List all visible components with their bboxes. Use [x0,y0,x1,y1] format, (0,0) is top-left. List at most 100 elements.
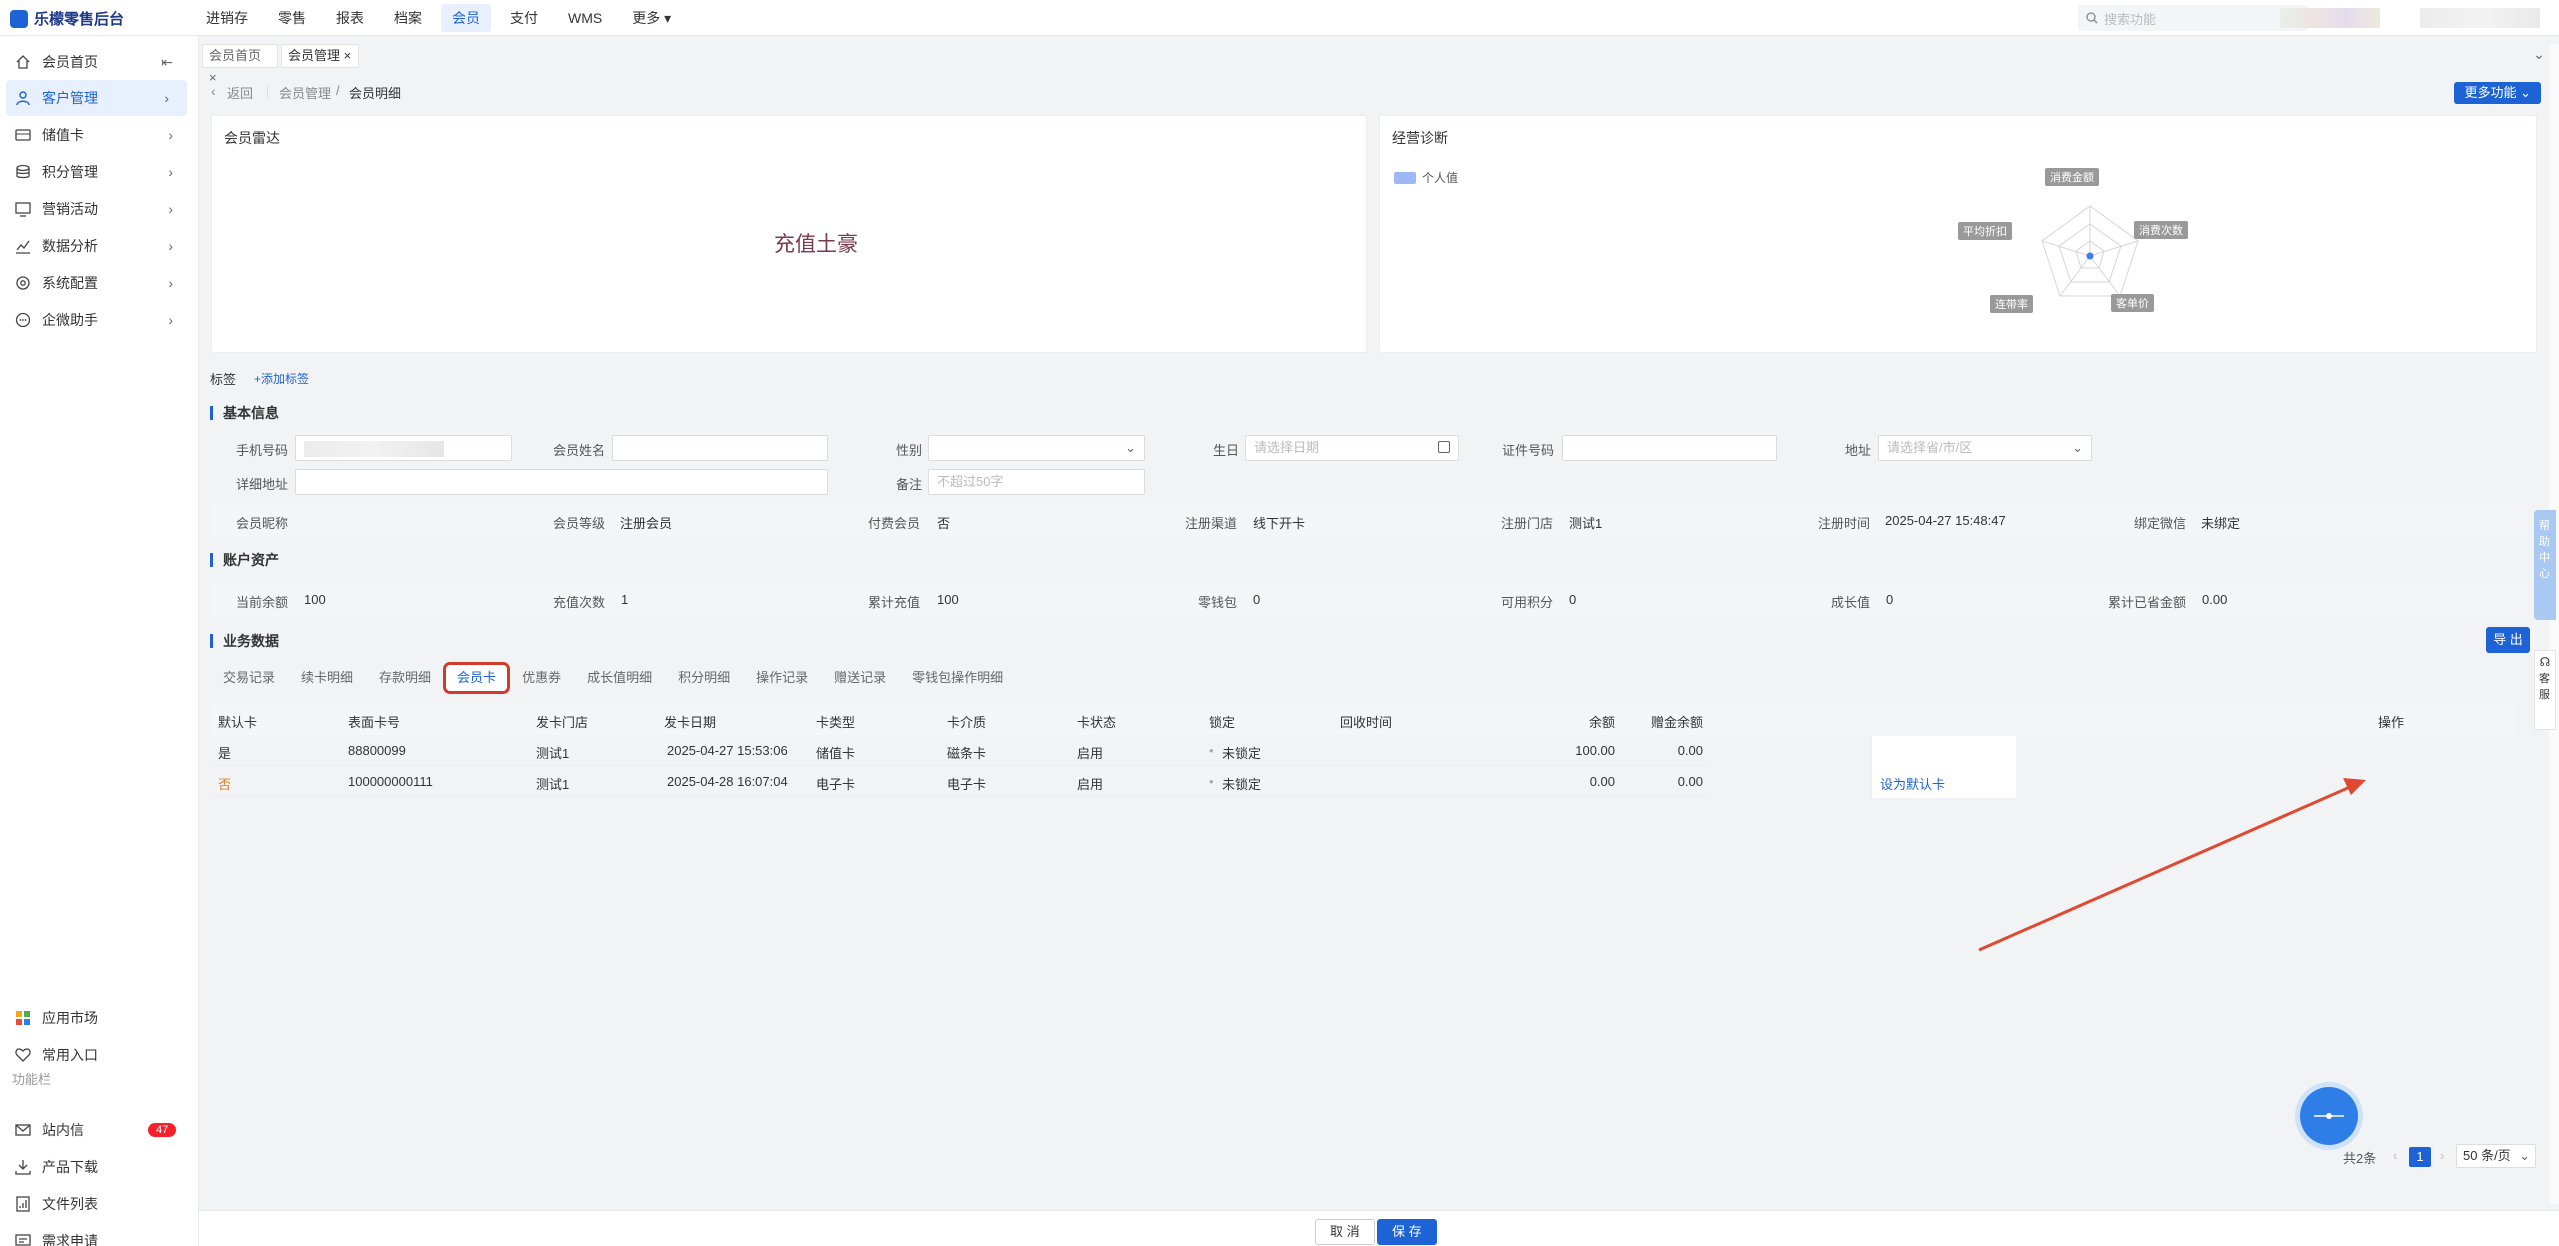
search-icon [2086,12,2098,24]
sidebar-item-label: 应用市场 [42,1010,98,1026]
request-icon [14,1232,32,1246]
id-number-input[interactable] [1562,435,1777,461]
tab-member-card[interactable]: 会员卡 [443,662,511,694]
column-header: 表面卡号 [348,715,401,730]
chevron-right-icon: › [168,164,173,180]
name-label: 会员姓名 [553,443,606,458]
collapse-sidebar-icon[interactable]: ⇤ [161,54,173,71]
legend-swatch [1394,171,1416,184]
tab-transactions[interactable]: 交易记录 [211,664,288,692]
more-functions-button[interactable]: 更多功能 ⌄ [2454,82,2541,104]
file-icon [14,1195,32,1213]
sidebar-item-points[interactable]: 积分管理 › [0,154,199,190]
cell-balance: 100.00 [1575,743,1615,758]
sidebar-item-label: 营销活动 [42,201,98,217]
tab-gifts[interactable]: 赠送记录 [822,664,899,692]
set-default-card-link[interactable]: 设为默认卡 [1880,774,1945,793]
monitor-icon [14,200,32,218]
breadcrumb-separator: / [336,83,340,98]
phone-input[interactable] [295,435,512,461]
sidebar-item-analysis[interactable]: 数据分析 › [0,228,199,264]
tab-member-manage[interactable]: 会员管理 × [281,44,359,68]
close-icon[interactable]: × [344,48,352,63]
tab-points[interactable]: 积分明细 [666,664,743,692]
nav-archive[interactable]: 档案 [383,0,433,36]
sidebar-item-label: 积分管理 [42,164,98,180]
detail-address-input[interactable] [295,469,828,495]
chevron-down-icon: ⌄ [1125,440,1136,455]
sidebar-item-request[interactable]: 需求申请 [0,1223,199,1246]
tab-growth[interactable]: 成长值明细 [575,664,665,692]
remark-placeholder: 不超过50字 [937,474,1004,489]
nav-payment[interactable]: 支付 [499,0,549,36]
back-icon[interactable]: ‹ [211,83,216,99]
asset-value: 0 [1886,592,1894,607]
tab-renewal[interactable]: 续卡明细 [289,664,366,692]
app-logo[interactable]: 乐檬零售后台 [10,8,124,29]
nav-report[interactable]: 报表 [325,0,375,36]
name-input[interactable] [612,435,828,461]
sidebar-item-messages[interactable]: 站内信 47 [0,1112,199,1148]
sidebar-item-member-home[interactable]: 会员首页 ⇤ [0,44,199,80]
right-scrollbar[interactable] [2549,44,2559,1204]
nav-more[interactable]: 更多 ▾ [621,0,682,36]
customer-service-rail[interactable]: ☊ 客服 [2534,650,2556,730]
sidebar-item-customer[interactable]: 客户管理 › [6,80,187,116]
more-functions-label: 更多功能 [2464,85,2517,100]
address-select[interactable]: 请选择省/市/区 ⌄ [1878,435,2092,461]
tabs-dropdown-icon[interactable]: ⌄ [2533,46,2545,63]
sidebar-item-marketing[interactable]: 营销活动 › [0,191,199,227]
page-size-select[interactable]: 50 条/页 ⌄ [2456,1144,2536,1168]
assets-row: 当前余额 100 充值次数 1 累计充值 100 零钱包 0 可用积分 0 成长… [211,584,2527,616]
tab-operations[interactable]: 操作记录 [744,664,821,692]
chevron-right-icon: › [168,127,173,143]
sidebar-item-label: 站内信 [42,1122,84,1138]
page-size-value: 50 条/页 [2463,1148,2511,1163]
sidebar-item-stored-card[interactable]: 储值卡 › [0,117,199,153]
cell-gift-balance: 0.00 [1677,743,1703,758]
pager-prev-icon[interactable]: ‹ [2393,1148,2397,1163]
tab-member-home[interactable]: 会员首页 × [202,44,278,85]
column-header: 锁定 [1209,715,1236,730]
search-box[interactable]: 搜索功能 [2078,5,2308,31]
pager-current[interactable]: 1 [2409,1147,2431,1167]
sidebar-item-label: 储值卡 [42,127,84,143]
export-button[interactable]: 导 出 [2486,627,2530,653]
sidebar-item-favorites[interactable]: 常用入口 [0,1037,199,1073]
cancel-button[interactable]: 取 消 [1315,1219,1375,1245]
save-button[interactable]: 保 存 [1377,1219,1437,1245]
info-value: 测试1 [1569,516,1603,531]
info-label: 会员等级 [553,516,606,531]
floating-assistant-button[interactable] [2300,1087,2358,1145]
column-header: 赠金余额 [1650,715,1703,730]
asset-value: 0 [1253,592,1261,607]
breadcrumb-level2: 会员明细 [349,86,402,101]
breadcrumb-level1[interactable]: 会员管理 [279,83,331,102]
nav-member[interactable]: 会员 [441,4,491,32]
chevron-down-icon: ⌄ [2516,85,2531,100]
sidebar-item-wecom[interactable]: 企微助手 › [0,302,199,338]
gender-select[interactable]: ⌄ [928,435,1145,461]
sidebar-item-files[interactable]: 文件列表 [0,1186,199,1222]
column-header: 余额 [1588,715,1615,730]
sidebar-item-download[interactable]: 产品下载 [0,1149,199,1185]
unread-badge: 47 [148,1123,177,1137]
nav-retail[interactable]: 零售 [267,0,317,36]
pager-next-icon[interactable]: › [2440,1148,2444,1163]
cell-status: 启用 [1077,746,1104,761]
remark-input[interactable]: 不超过50字 [928,469,1145,495]
gender-label: 性别 [896,443,923,458]
tab-wallet[interactable]: 零钱包操作明细 [900,664,1016,692]
nav-wms[interactable]: WMS [557,0,613,36]
tab-coupon[interactable]: 优惠券 [510,664,574,692]
nav-inventory[interactable]: 进销存 [195,0,259,36]
info-value: 线下开卡 [1253,516,1306,531]
sidebar-item-app-market[interactable]: 应用市场 [0,1000,199,1036]
back-link[interactable]: 返回 [227,83,253,102]
help-center-rail[interactable]: 帮助中心 [2534,510,2556,620]
birthday-picker[interactable]: 请选择日期 [1245,435,1459,461]
tab-deposit[interactable]: 存款明细 [367,664,444,692]
sidebar-item-system[interactable]: 系统配置 › [0,265,199,301]
info-value: 注册会员 [620,516,673,531]
add-tag-link[interactable]: +添加标签 [254,370,309,387]
